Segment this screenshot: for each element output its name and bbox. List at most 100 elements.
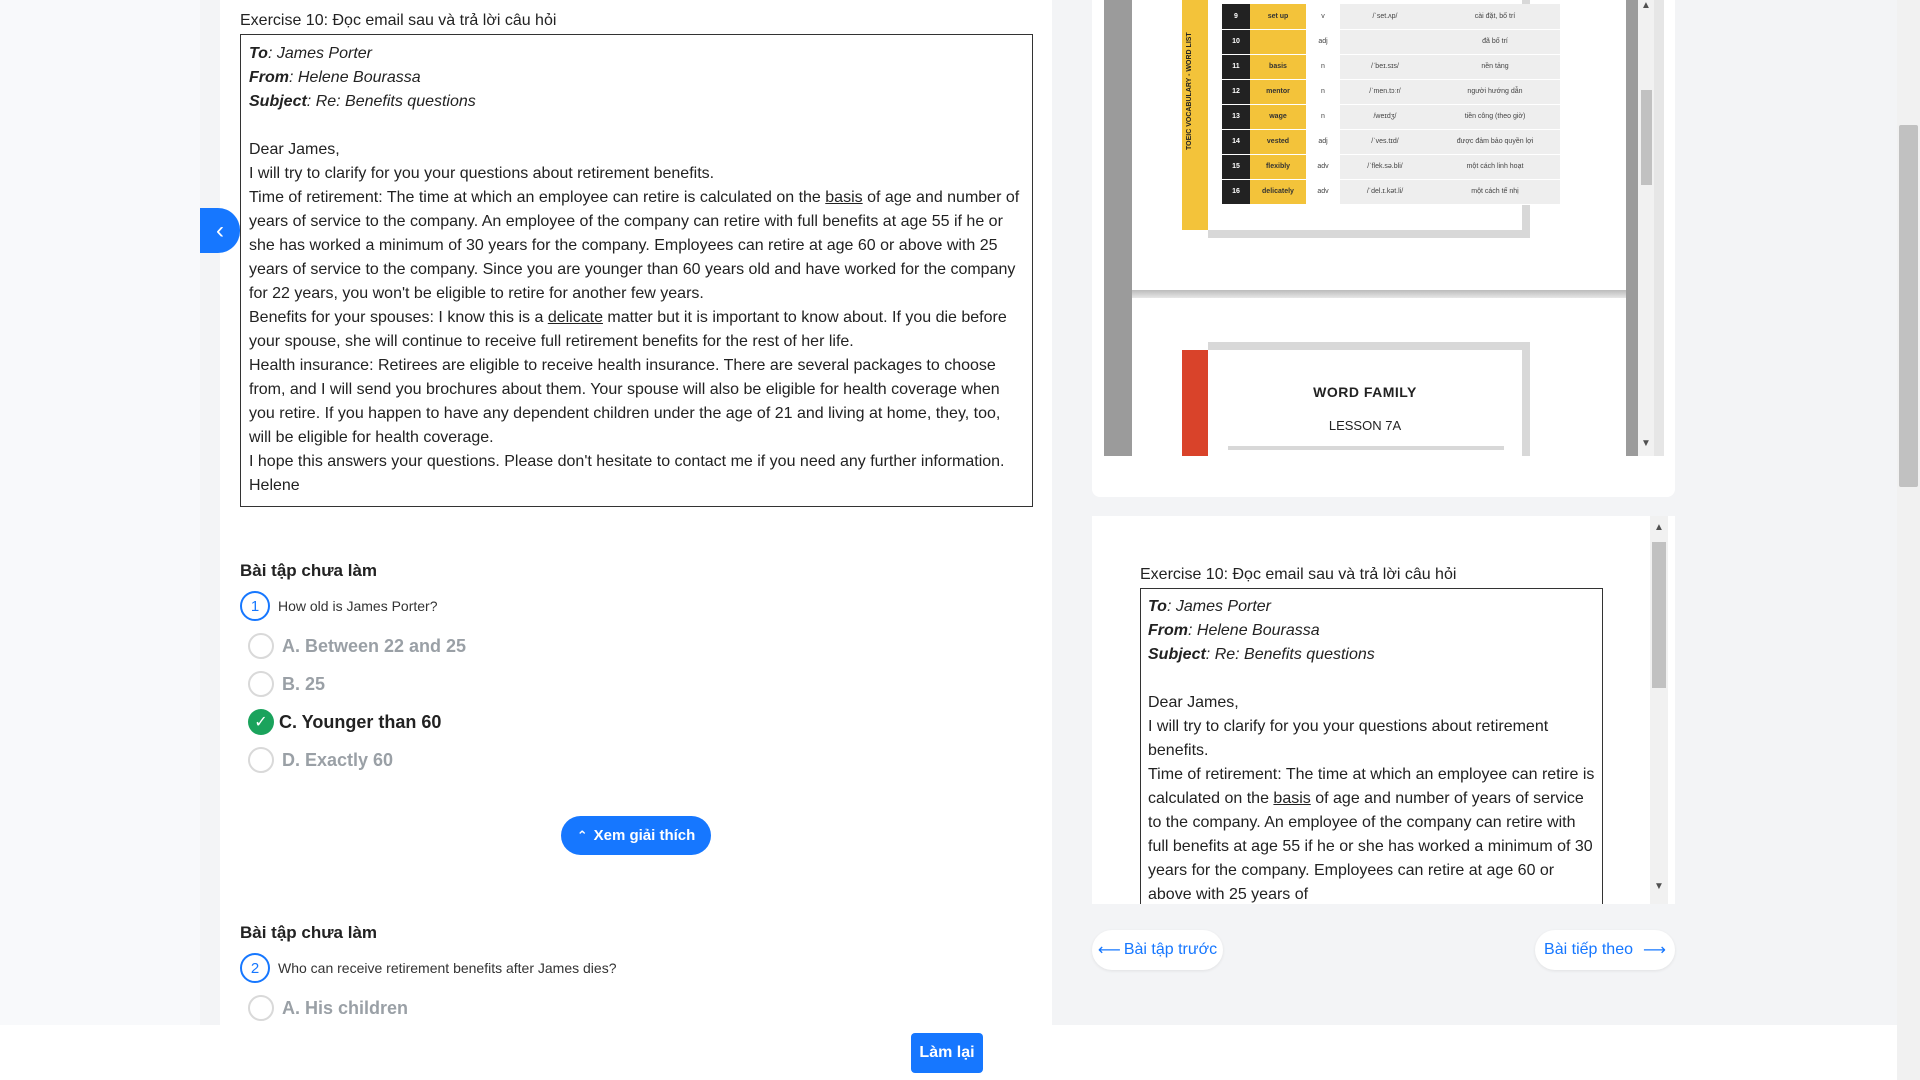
scroll-up-arrow-icon[interactable]: ▲ xyxy=(1638,0,1654,11)
vocab-row: 9 set up v/ˈset.ʌp/cài đặt, bố trí xyxy=(1222,4,1560,30)
vocab-cell-w xyxy=(1250,29,1306,55)
vocab-cell-meaning: một cách linh hoạt xyxy=(1430,154,1560,180)
vocab-cell-w: vested xyxy=(1250,129,1306,155)
pdf-scrollbar-thumb[interactable] xyxy=(1641,90,1652,185)
vocab-cell-ipa xyxy=(1340,29,1430,55)
vocab-cell-w: basis xyxy=(1250,54,1306,80)
checkmark-icon: ✓ xyxy=(248,709,274,735)
vocab-cell-pos: n xyxy=(1306,104,1340,130)
vocab-cell-meaning: cài đặt, bố trí xyxy=(1430,4,1560,30)
preview-scrollbar-thumb[interactable] xyxy=(1652,542,1666,688)
word-family-title: WORD FAMILY xyxy=(1313,384,1417,400)
answer-option-c[interactable]: ✓ C. Younger than 60 xyxy=(248,703,1030,741)
answer-option-b[interactable]: B. 25 xyxy=(248,665,1030,703)
previous-exercise-button[interactable]: ⟵ Bài tập trước xyxy=(1092,930,1223,970)
answer-option-d[interactable]: D. Exactly 60 xyxy=(248,741,1030,779)
vocab-cell-ipa: /ˈflek.sə.bli/ xyxy=(1340,154,1430,180)
radio-icon xyxy=(248,671,274,697)
vocab-cell-meaning: đã bố trí xyxy=(1430,29,1560,55)
chevron-left-icon: ‹ xyxy=(216,216,224,244)
arrow-left-icon: ⟵ xyxy=(1097,942,1121,959)
question-block-1: Bài tập chưa làm 1 How old is James Port… xyxy=(240,561,1030,779)
vocab-side-bar: TOEIC VOCABULARY - WORD LIST xyxy=(1182,0,1208,230)
highlighted-word-delicate: delicate xyxy=(547,309,603,326)
vocab-cell-w: delicately xyxy=(1250,179,1306,205)
exercise-title: Exercise 10: Đọc email sau và trả lời câ… xyxy=(240,12,557,29)
vocab-cell-ipa: /ˈdel.ɪ.kət.li/ xyxy=(1340,179,1430,205)
highlighted-word-basis: basis xyxy=(825,189,863,206)
next-exercise-button[interactable]: Bài tiếp theo ⟶ xyxy=(1535,930,1675,970)
vocab-cell-ipa: /ˈves.tɪd/ xyxy=(1340,129,1430,155)
question-text: How old is James Porter? xyxy=(278,598,438,614)
scroll-down-arrow-icon[interactable]: ▼ xyxy=(1651,881,1667,892)
vocab-row: 14 vested adj/ˈves.tɪd/được đảm bảo quyền … xyxy=(1222,129,1560,155)
retry-button[interactable]: Làm lại xyxy=(911,1033,983,1073)
vocab-cell-ipa: /ˈbeɪ.sɪs/ xyxy=(1340,54,1430,80)
pdf-page: WORD FAMILY LESSON 7A xyxy=(1132,298,1626,456)
vocab-row: 12 mentor n/ˈmen.tɔːr/người hướng dẫn xyxy=(1222,79,1560,105)
pdf-viewer-gutter xyxy=(1626,0,1638,456)
vocab-cell-meaning: một cách tế nhị xyxy=(1430,179,1560,205)
vocab-cell-meaning: tiền công (theo giờ) xyxy=(1430,104,1560,130)
email-to-line: To: James Porter xyxy=(249,45,372,62)
vocab-cell-ipa: /ˈset.ʌp/ xyxy=(1340,4,1430,30)
email-subject-line: Subject: Re: Benefits questions xyxy=(249,93,476,110)
question-number-badge: 1 xyxy=(240,591,270,621)
email-passage: To: James Porter From: Helene Bourassa S… xyxy=(240,34,1033,507)
question-text: Who can receive retirement benefits afte… xyxy=(278,960,617,976)
radio-icon xyxy=(248,747,274,773)
show-explanation-button[interactable]: ⌃ Xem giải thích xyxy=(561,816,711,855)
email-intro: I will try to clarify for you your quest… xyxy=(249,165,715,182)
vocab-cell-meaning: được đảm bảo quyền lợi xyxy=(1430,129,1560,155)
pdf-viewer-gutter xyxy=(1104,0,1132,456)
preview-email: To: James Porter From: Helene Bourassa S… xyxy=(1140,588,1603,904)
vocab-cell-n: 10 xyxy=(1222,29,1250,55)
vocab-cell-n: 16 xyxy=(1222,179,1250,205)
chevron-up-icon: ⌃ xyxy=(576,827,588,843)
vocab-cell-pos: n xyxy=(1306,79,1340,105)
email-greeting: Dear James, xyxy=(249,141,340,158)
question-number-badge: 2 xyxy=(240,953,270,983)
vocab-row: 15 flexibly adv/ˈflek.sə.bli/một cách linh… xyxy=(1222,154,1560,180)
vocab-table: 9 set up v/ˈset.ʌp/cài đặt, bố trí 10 adj đã … xyxy=(1222,4,1560,205)
preview-title: Exercise 10: Đọc email sau và trả lời câ… xyxy=(1140,566,1457,583)
vocab-cell-pos: adv xyxy=(1306,154,1340,180)
pdf-scrollbar[interactable] xyxy=(1638,0,1654,456)
page-scrollbar-thumb[interactable] xyxy=(1899,125,1918,487)
vocab-cell-ipa: /ˈmen.tɔːr/ xyxy=(1340,79,1430,105)
vocab-row: 13 wage n/weɪdʒ/tiền công (theo giờ) xyxy=(1222,104,1560,130)
question-heading: Bài tập chưa làm xyxy=(240,923,378,942)
vocab-cell-pos: adj xyxy=(1306,29,1340,55)
email-paragraph-spouse: Benefits for your spouses: I know this i… xyxy=(249,309,1007,350)
vocab-cell-n: 11 xyxy=(1222,54,1250,80)
vocab-row: 11 basis n/ˈbeɪ.sɪs/nền tảng xyxy=(1222,54,1560,80)
left-margin xyxy=(0,0,200,1080)
email-closing: I hope this answers your questions. Plea… xyxy=(249,453,1005,470)
vocab-cell-n: 14 xyxy=(1222,129,1250,155)
question-heading: Bài tập chưa làm xyxy=(240,561,378,580)
vocab-cell-meaning: nền tảng xyxy=(1430,54,1560,80)
vocab-cell-ipa: /weɪdʒ/ xyxy=(1340,104,1430,130)
vocab-cell-n: 15 xyxy=(1222,154,1250,180)
vocab-side-label: TOEIC VOCABULARY - WORD LIST xyxy=(1186,32,1193,150)
vocab-cell-n: 9 xyxy=(1222,4,1250,30)
answer-option-a[interactable]: A. Between 22 and 25 xyxy=(248,627,1030,665)
radio-icon xyxy=(248,995,274,1021)
arrow-right-icon: ⟶ xyxy=(1643,942,1666,959)
answer-option-a[interactable]: A. His children xyxy=(248,989,1030,1027)
question-block-2: Bài tập chưa làm 2 Who can receive retir… xyxy=(240,923,1030,1027)
vocab-cell-meaning: người hướng dẫn xyxy=(1430,79,1560,105)
vocab-row: 10 adj đã bố trí xyxy=(1222,29,1560,55)
vocab-cell-w: set up xyxy=(1250,4,1306,30)
vocab-cell-n: 13 xyxy=(1222,104,1250,130)
scroll-up-arrow-icon[interactable]: ▲ xyxy=(1651,522,1667,533)
vocab-cell-pos: adj xyxy=(1306,129,1340,155)
vocab-cell-pos: v xyxy=(1306,4,1340,30)
vocab-cell-w: mentor xyxy=(1250,79,1306,105)
radio-icon xyxy=(248,633,274,659)
vocab-cell-pos: n xyxy=(1306,54,1340,80)
word-family-lesson: LESSON 7A xyxy=(1328,418,1402,433)
email-paragraph-health: Health insurance: Retirees are eligible … xyxy=(249,357,1001,446)
vocab-cell-w: flexibly xyxy=(1250,154,1306,180)
scroll-down-arrow-icon[interactable]: ▼ xyxy=(1638,438,1654,449)
